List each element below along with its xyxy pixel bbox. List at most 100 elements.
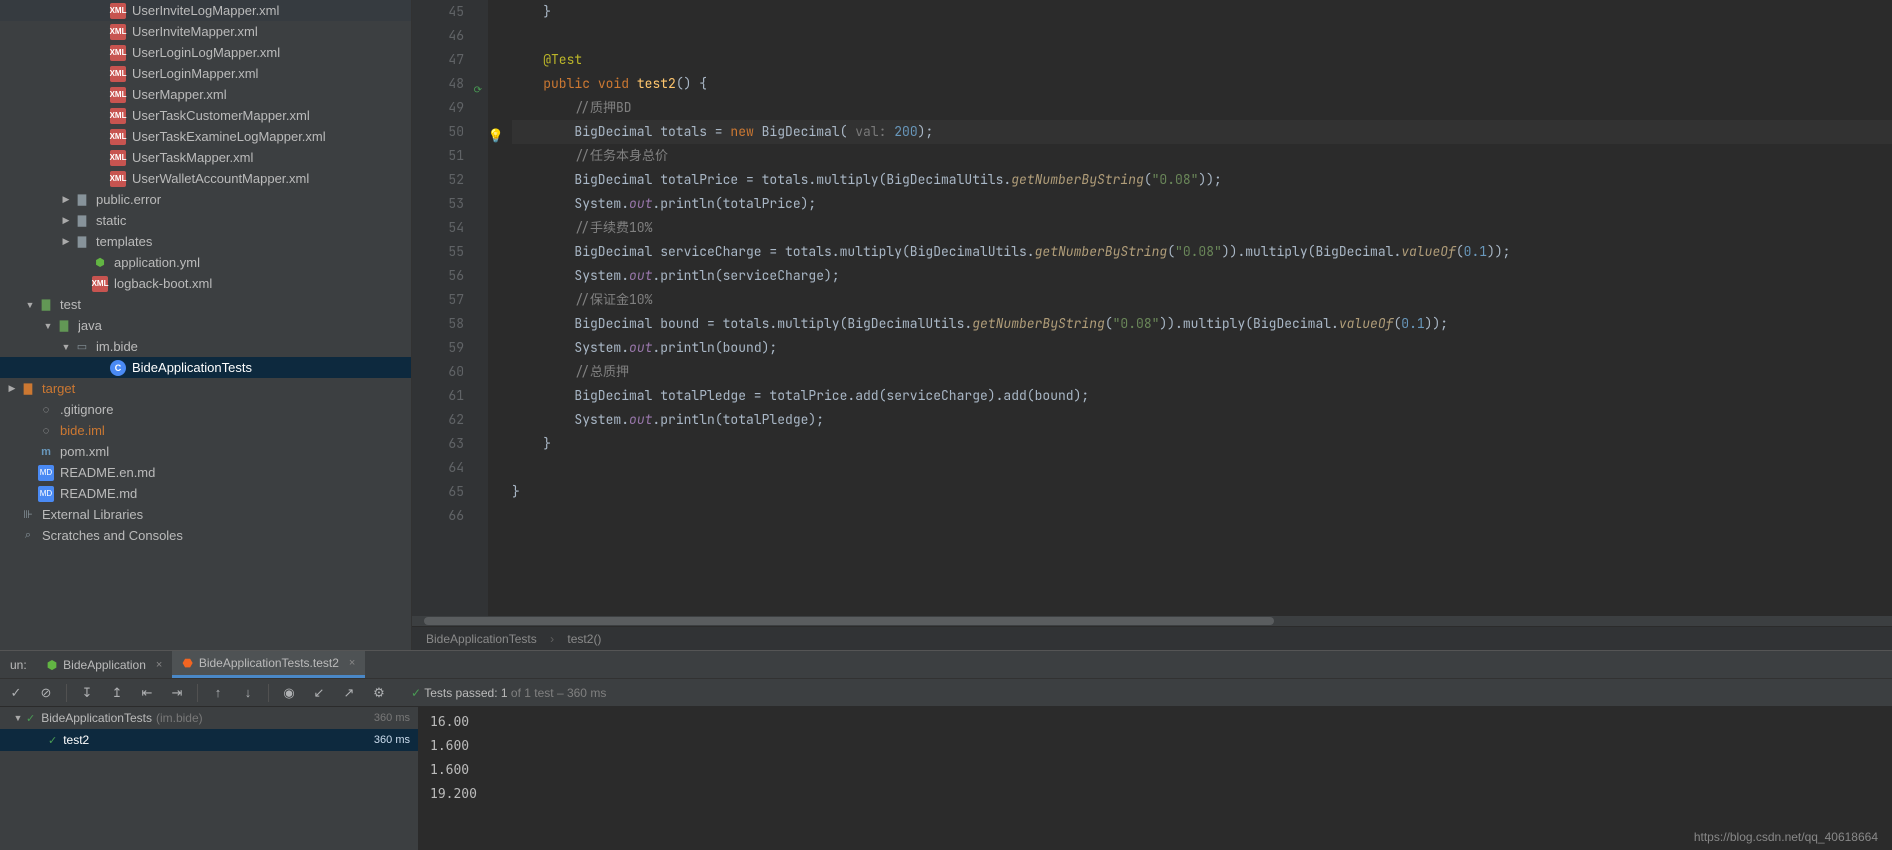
code-line[interactable]: BigDecimal bound = totals.multiply(BigDe… bbox=[512, 312, 1892, 336]
tree-item[interactable]: ◌.gitignore bbox=[0, 399, 411, 420]
code-line[interactable]: BigDecimal serviceCharge = totals.multip… bbox=[512, 240, 1892, 264]
tree-item[interactable]: ▼▭im.bide bbox=[0, 336, 411, 357]
tree-item[interactable]: ⬢application.yml bbox=[0, 252, 411, 273]
export-icon[interactable]: ↗ bbox=[339, 685, 359, 701]
close-icon[interactable]: × bbox=[349, 657, 355, 669]
tree-item[interactable]: XMLUserTaskMapper.xml bbox=[0, 147, 411, 168]
lightbulb-icon[interactable]: 💡 bbox=[488, 124, 504, 148]
gutter-line-number[interactable]: 56 bbox=[420, 264, 464, 288]
gutter-line-number[interactable]: 48⟳ bbox=[420, 72, 464, 96]
chevron-right-icon[interactable]: ▶ bbox=[60, 194, 72, 205]
run-tab-tests[interactable]: ⬣ BideApplicationTests.test2 × bbox=[172, 651, 365, 678]
gutter-line-number[interactable]: 52 bbox=[420, 168, 464, 192]
editor-breadcrumb[interactable]: BideApplicationTests › test2() bbox=[412, 626, 1892, 650]
run-tab-app[interactable]: ⬢ BideApplication × bbox=[37, 651, 173, 678]
tree-item[interactable]: XMLUserInviteMapper.xml bbox=[0, 21, 411, 42]
code-line[interactable]: } bbox=[512, 432, 1892, 456]
code-line[interactable] bbox=[512, 456, 1892, 480]
tree-item[interactable]: XMLUserTaskExamineLogMapper.xml bbox=[0, 126, 411, 147]
tree-item[interactable]: XMLUserInviteLogMapper.xml bbox=[0, 0, 411, 21]
test-results-tree[interactable]: ▼✓BideApplicationTests(im.bide)360 ms✓te… bbox=[0, 707, 418, 850]
close-icon[interactable]: × bbox=[156, 659, 162, 671]
tree-item[interactable]: ▼▇java bbox=[0, 315, 411, 336]
code-line[interactable]: System.out.println(bound); bbox=[512, 336, 1892, 360]
tree-item[interactable]: ⊪External Libraries bbox=[0, 504, 411, 525]
run-gutter-icon[interactable]: ⟳ bbox=[474, 78, 482, 102]
gutter-line-number[interactable]: 64 bbox=[420, 456, 464, 480]
test-tree-row[interactable]: ✓test2360 ms bbox=[0, 729, 418, 751]
gutter-line-number[interactable]: 58 bbox=[420, 312, 464, 336]
tree-item[interactable]: XMLUserMapper.xml bbox=[0, 84, 411, 105]
chevron-down-icon[interactable]: ▼ bbox=[60, 342, 72, 352]
gutter-line-number[interactable]: 51 bbox=[420, 144, 464, 168]
chevron-right-icon[interactable]: ▶ bbox=[6, 383, 18, 394]
tree-item[interactable]: ▼▇test bbox=[0, 294, 411, 315]
tree-item[interactable]: MDREADME.md bbox=[0, 483, 411, 504]
settings-icon[interactable]: ⚙ bbox=[369, 685, 389, 701]
tree-item[interactable]: mpom.xml bbox=[0, 441, 411, 462]
code-line[interactable]: } bbox=[512, 0, 1892, 24]
code-line[interactable] bbox=[512, 504, 1892, 528]
tree-item[interactable]: ▶▇templates bbox=[0, 231, 411, 252]
gutter-line-number[interactable]: 50💡 bbox=[420, 120, 464, 144]
scrollbar-thumb[interactable] bbox=[424, 617, 1274, 625]
tree-item[interactable]: ▶▇public.error bbox=[0, 189, 411, 210]
gutter-line-number[interactable]: 57 bbox=[420, 288, 464, 312]
code-line[interactable]: //保证金10% bbox=[512, 288, 1892, 312]
test-tree-row[interactable]: ▼✓BideApplicationTests(im.bide)360 ms bbox=[0, 707, 418, 729]
sort-down-icon[interactable]: ↧ bbox=[77, 685, 97, 701]
code-line[interactable]: BigDecimal totalPrice = totals.multiply(… bbox=[512, 168, 1892, 192]
gutter-line-number[interactable]: 45 bbox=[420, 0, 464, 24]
tree-item[interactable]: XMLUserLoginMapper.xml bbox=[0, 63, 411, 84]
chevron-right-icon[interactable]: ▶ bbox=[60, 236, 72, 247]
code-line[interactable]: BigDecimal totalPledge = totalPrice.add(… bbox=[512, 384, 1892, 408]
code-line[interactable]: System.out.println(serviceCharge); bbox=[512, 264, 1892, 288]
gutter-line-number[interactable]: 47 bbox=[420, 48, 464, 72]
code-line[interactable]: public void test2() { bbox=[512, 72, 1892, 96]
gutter-line-number[interactable]: 46 bbox=[420, 24, 464, 48]
next-icon[interactable]: ↓ bbox=[238, 685, 258, 700]
code-line[interactable]: //质押BD bbox=[512, 96, 1892, 120]
code-line[interactable]: @Test bbox=[512, 48, 1892, 72]
gutter-line-number[interactable]: 49 bbox=[420, 96, 464, 120]
toggle-ignored-icon[interactable]: ⊘ bbox=[36, 685, 56, 701]
chevron-down-icon[interactable]: ▼ bbox=[24, 300, 36, 310]
sort-up-icon[interactable]: ↥ bbox=[107, 685, 127, 701]
import-icon[interactable]: ↙ bbox=[309, 685, 329, 701]
tree-item[interactable]: XMLUserWalletAccountMapper.xml bbox=[0, 168, 411, 189]
gutter-line-number[interactable]: 55 bbox=[420, 240, 464, 264]
tree-item[interactable]: XMLUserLoginLogMapper.xml bbox=[0, 42, 411, 63]
code-line[interactable]: //手续费10% bbox=[512, 216, 1892, 240]
tree-item[interactable]: CBideApplicationTests bbox=[0, 357, 411, 378]
code-line[interactable]: System.out.println(totalPrice); bbox=[512, 192, 1892, 216]
expand-icon[interactable]: ⇥ bbox=[167, 685, 187, 701]
tree-item[interactable]: ▶▇target bbox=[0, 378, 411, 399]
gutter-line-number[interactable]: 60 bbox=[420, 360, 464, 384]
chevron-right-icon[interactable]: ▶ bbox=[60, 215, 72, 226]
test-console-output[interactable]: 16.001.6001.60019.200 bbox=[418, 707, 1892, 850]
breadcrumb-method[interactable]: test2() bbox=[567, 632, 601, 646]
code-line[interactable]: //任务本身总价 bbox=[512, 144, 1892, 168]
code-line[interactable]: System.out.println(totalPledge); bbox=[512, 408, 1892, 432]
code-line[interactable] bbox=[512, 24, 1892, 48]
gutter-line-number[interactable]: 65 bbox=[420, 480, 464, 504]
editor-gutter[interactable]: 45464748⟳4950💡51525354555657585960616263… bbox=[412, 0, 488, 616]
tree-item[interactable]: ▶▇static bbox=[0, 210, 411, 231]
editor-horizontal-scrollbar[interactable] bbox=[412, 616, 1892, 626]
tree-item[interactable]: MDREADME.en.md bbox=[0, 462, 411, 483]
watch-icon[interactable]: ◉ bbox=[279, 685, 299, 701]
project-tree[interactable]: XMLUserInviteLogMapper.xmlXMLUserInviteM… bbox=[0, 0, 412, 650]
gutter-line-number[interactable]: 53 bbox=[420, 192, 464, 216]
prev-icon[interactable]: ↑ bbox=[208, 685, 228, 700]
collapse-icon[interactable]: ⇤ bbox=[137, 685, 157, 701]
gutter-line-number[interactable]: 62 bbox=[420, 408, 464, 432]
editor-code[interactable]: } @Test public void test2() { //质押BD Big… bbox=[488, 0, 1892, 616]
tree-item[interactable]: ◌bide.iml bbox=[0, 420, 411, 441]
code-line[interactable]: } bbox=[512, 480, 1892, 504]
tree-item[interactable]: ⌕Scratches and Consoles bbox=[0, 525, 411, 546]
gutter-line-number[interactable]: 61 bbox=[420, 384, 464, 408]
breadcrumb-class[interactable]: BideApplicationTests bbox=[426, 632, 537, 646]
gutter-line-number[interactable]: 54 bbox=[420, 216, 464, 240]
chevron-down-icon[interactable]: ▼ bbox=[12, 713, 24, 723]
tree-item[interactable]: XMLlogback-boot.xml bbox=[0, 273, 411, 294]
